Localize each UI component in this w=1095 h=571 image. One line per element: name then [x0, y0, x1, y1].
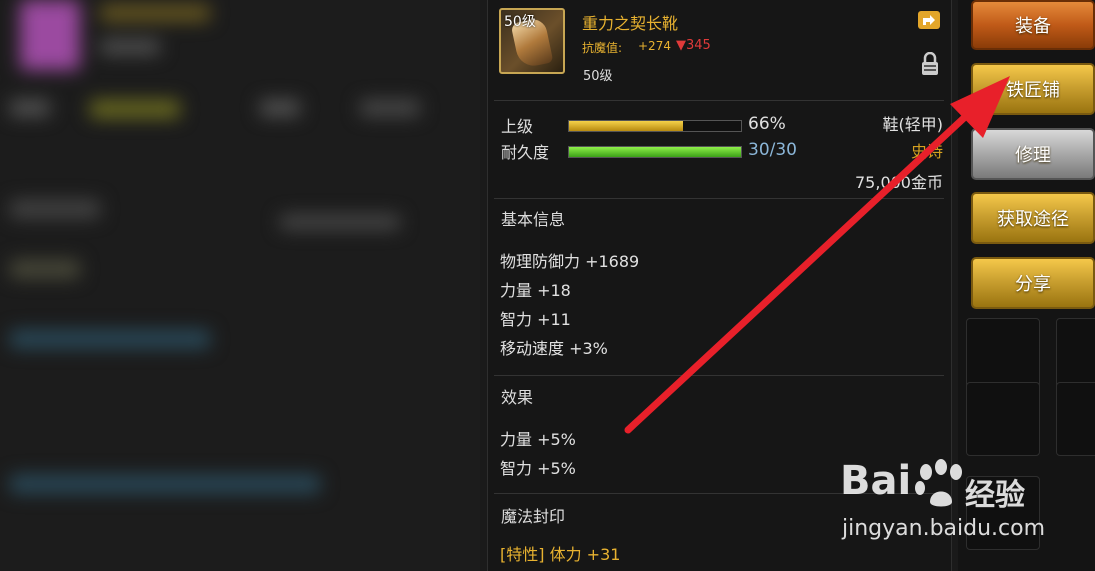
watermark-logo-text: Bai [840, 458, 912, 504]
watermark-url: jingyan.baidu.com [842, 516, 1046, 541]
baidu-watermark: Bai 经验 jingyan.baidu.com [840, 458, 1090, 568]
watermark-suffix: 经验 [965, 478, 1025, 513]
paw-icon [915, 459, 962, 507]
